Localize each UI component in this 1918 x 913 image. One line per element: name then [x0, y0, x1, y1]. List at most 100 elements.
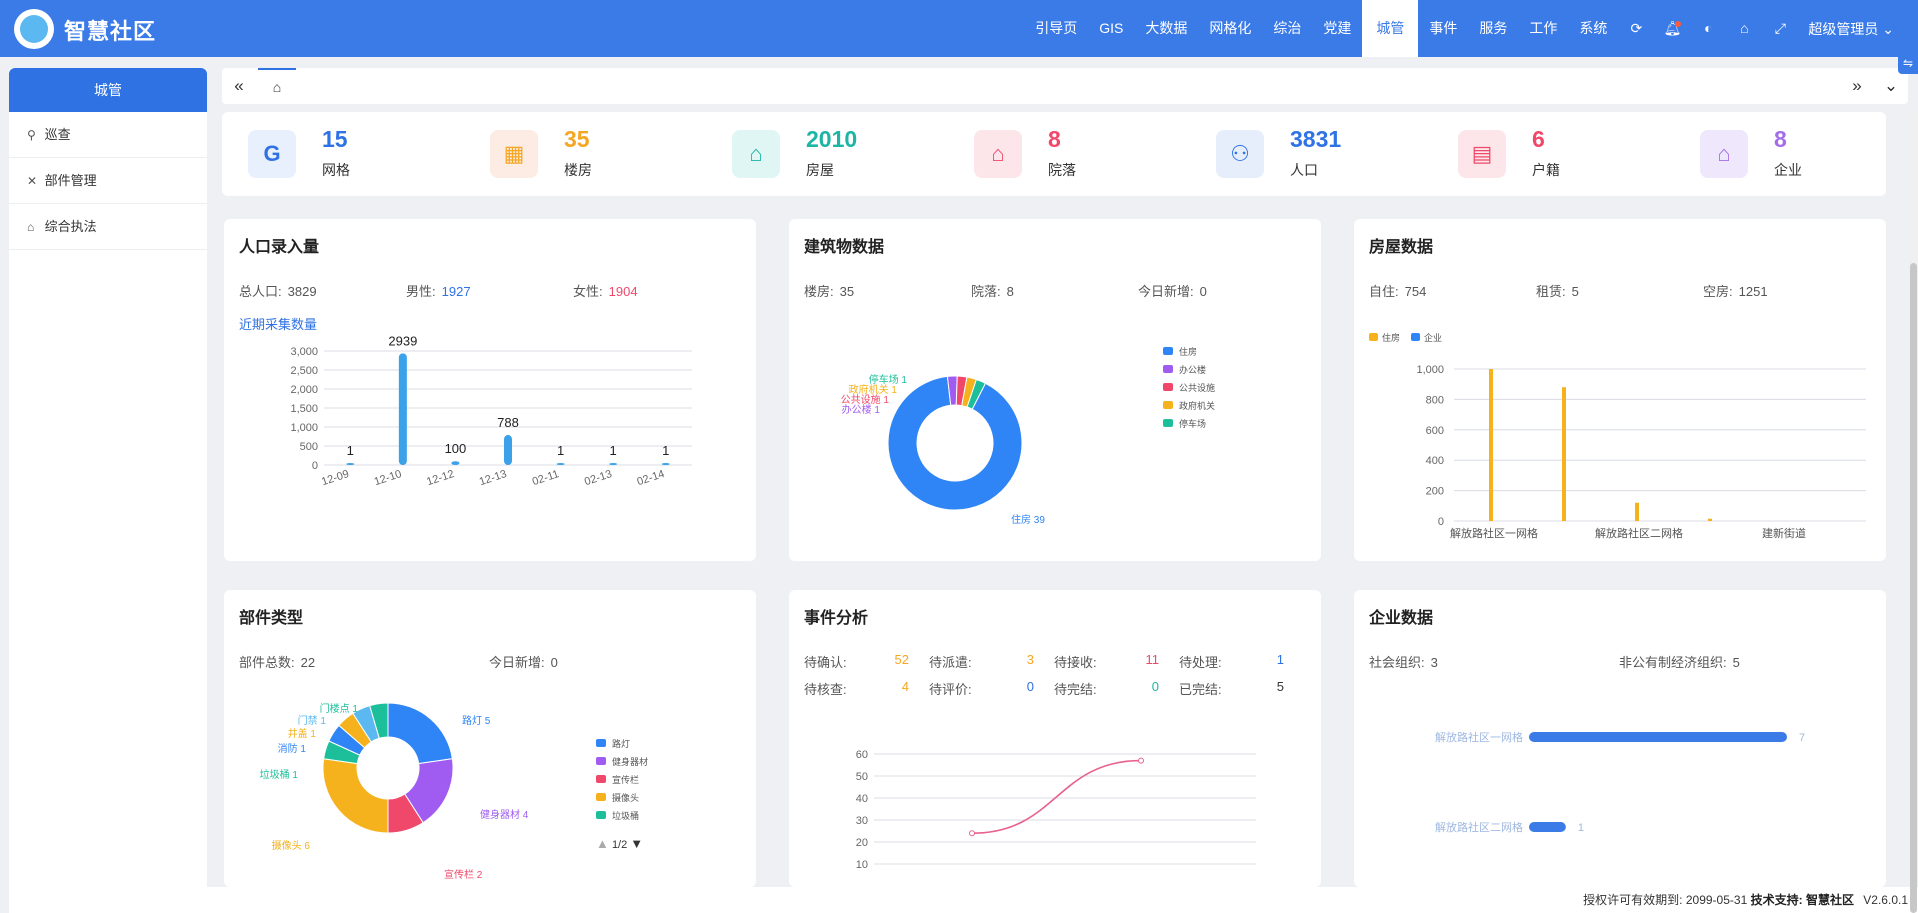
sidebar-item-patrol[interactable]: ⚲ 巡查 [9, 112, 207, 158]
x-tick-label: 02-11 [531, 468, 561, 488]
parts-today: 今日新增: 0 [489, 655, 558, 670]
today-new: 今日新增: 0 [1138, 284, 1207, 299]
legend-label: 路灯 [612, 738, 631, 749]
nav-item[interactable]: 事件 [1418, 0, 1468, 57]
legend-swatch [596, 793, 606, 801]
parts-panel: 部件类型 部件总数: 22 今日新增: 0 路灯 5 健身器材 4 宣传栏 2 摄像头 6… [224, 590, 756, 887]
y-tick-label: 1,500 [290, 403, 318, 415]
event-stat-label: 待处理: [1179, 655, 1222, 670]
legend-item[interactable]: 路灯 [596, 734, 648, 752]
legend-swatch [596, 757, 606, 765]
refresh-icon[interactable]: ⟳ [1618, 0, 1654, 57]
nav-item[interactable]: 系统 [1568, 0, 1618, 57]
legend-label: 停车场 [1179, 418, 1206, 429]
legend-item[interactable]: 摄像头 [596, 788, 648, 806]
sidebar-item-label: 综合执法 [44, 219, 97, 234]
tab-bar: « ⌂ » ⌄ [222, 68, 1908, 104]
panel-title: 人口录入量 [239, 239, 320, 256]
scroll-right-icon[interactable]: » [1840, 68, 1874, 104]
nav-item[interactable]: GIS [1088, 0, 1134, 57]
nav-item[interactable]: 工作 [1518, 0, 1568, 57]
legend-swatch [1163, 383, 1173, 391]
slice-label: 宣传栏 2 [444, 868, 483, 881]
female-count: 女性: 1904 [573, 284, 638, 299]
bar [504, 435, 512, 465]
scroll-left-icon[interactable]: « [222, 68, 256, 104]
legend-swatch [1369, 333, 1378, 341]
rented: 租赁: 5 [1536, 284, 1579, 299]
nav-item[interactable]: 大数据 [1134, 0, 1198, 57]
home-tab[interactable]: ⌂ [258, 68, 296, 104]
yards-count: 院落: 8 [971, 284, 1014, 299]
nav-item[interactable]: 城管 [1362, 0, 1419, 57]
bar [1635, 502, 1639, 521]
user-menu[interactable]: 超级管理员 ⌄ [1798, 19, 1894, 39]
slice-label: 门禁 1 [298, 714, 327, 727]
event-stat-value: 52 [894, 652, 909, 667]
building-icon: ▦ [490, 130, 538, 178]
event-stat-value: 1 [1276, 652, 1284, 667]
legend-label: 企业 [1424, 332, 1442, 343]
nonpublic-orgs: 非公有制经济组织: 5 [1619, 655, 1740, 670]
x-tick-label: 12-10 [373, 468, 403, 488]
event-stat-value: 11 [1145, 652, 1160, 667]
scrollbar[interactable] [1909, 113, 1918, 913]
pager-next-icon[interactable]: ▼ [630, 836, 643, 851]
data-label: 1 [662, 443, 669, 458]
floors-count: 楼房: 35 [804, 284, 855, 299]
data-label: 100 [445, 441, 467, 456]
tag-icon[interactable]: ⌂ [1726, 0, 1762, 57]
vacant: 空房: 1251 [1703, 284, 1768, 299]
sidebar-item-label: 巡查 [44, 127, 71, 142]
y-tick-label: 50 [856, 771, 868, 783]
legend-item[interactable]: 健身器材 [596, 752, 648, 770]
nav-item[interactable]: 引导页 [1024, 0, 1088, 57]
id-card-icon: ▤ [1458, 130, 1506, 178]
slice-label: 住房 39 [1011, 513, 1045, 526]
nav-item[interactable]: 综治 [1262, 0, 1312, 57]
slice-label: 消防 1 [278, 742, 307, 755]
stat-label: 楼房 [564, 162, 592, 178]
enterprise-bar-chart: 解放路社区一网格 7 解放路社区二网格 1 [1435, 730, 1805, 834]
slice-label: 门楼点 1 [320, 702, 359, 715]
parts-donut-chart: 路灯 5 健身器材 4 宣传栏 2 摄像头 6 垃圾桶 1 消防 1 井盖 1门禁 1门楼点… [260, 702, 529, 881]
bar [1708, 518, 1712, 521]
stat-label: 人口 [1290, 162, 1318, 178]
legend-pager: ▲ 1/2 ▼ [596, 836, 643, 851]
bell-icon[interactable]: 🔔︎ [1654, 0, 1690, 57]
legend-item[interactable]: 垃圾桶 [596, 806, 648, 824]
y-tick-label: 1,000 [1416, 364, 1444, 376]
parts-total: 部件总数: 22 [239, 655, 316, 670]
palette-icon[interactable]: ◐ [1690, 0, 1726, 57]
x-tick-label: 02-13 [583, 468, 613, 488]
x-tick-label: 解放路社区二网格 [1595, 526, 1683, 540]
building-panel: 建筑物数据 楼房: 35 院落: 8 今日新增: 0 住房 39 办公楼 1 公共设施 1… [789, 219, 1321, 561]
legend-item[interactable]: 宣传栏 [596, 770, 648, 788]
nav-item[interactable]: 网格化 [1198, 0, 1262, 57]
user-name: 超级管理员 [1808, 20, 1879, 37]
data-label: 2939 [388, 333, 417, 348]
event-stat-value: 0 [1151, 679, 1159, 694]
population-panel: 人口录入量 总人口: 3829 男性: 1927 女性: 1904 近期采集数量 05… [224, 219, 756, 561]
sidebar-item-enforcement[interactable]: ⌂ 综合执法 [9, 204, 207, 250]
app-title: 智慧社区 [64, 19, 157, 44]
nav-item[interactable]: 党建 [1312, 0, 1362, 57]
legend-label: 公共设施 [1179, 382, 1215, 393]
fullscreen-icon[interactable]: ⤢ [1762, 0, 1798, 57]
bar [1562, 387, 1566, 521]
legend-swatch [1163, 401, 1173, 409]
sidebar-item-parts[interactable]: ✕ 部件管理 [9, 158, 207, 204]
slice-label: 路灯 5 [462, 714, 491, 727]
side-float-icon[interactable]: ⇋ [1898, 52, 1918, 74]
pie-slice [387, 702, 453, 765]
slice-label: 停车场 1 [869, 373, 908, 386]
stat-value: 8 [1048, 126, 1061, 152]
event-stat-value: 5 [1276, 679, 1284, 694]
legend-swatch [1163, 347, 1173, 355]
pager-text: 1/2 [611, 839, 628, 851]
sidebar-title[interactable]: 城管 [9, 68, 207, 112]
social-orgs: 社会组织: 3 [1369, 655, 1438, 670]
nav-item[interactable]: 服务 [1468, 0, 1518, 57]
pager-prev-icon[interactable]: ▲ [596, 836, 609, 851]
x-tick-label: 解放路社区一网格 [1450, 526, 1538, 540]
